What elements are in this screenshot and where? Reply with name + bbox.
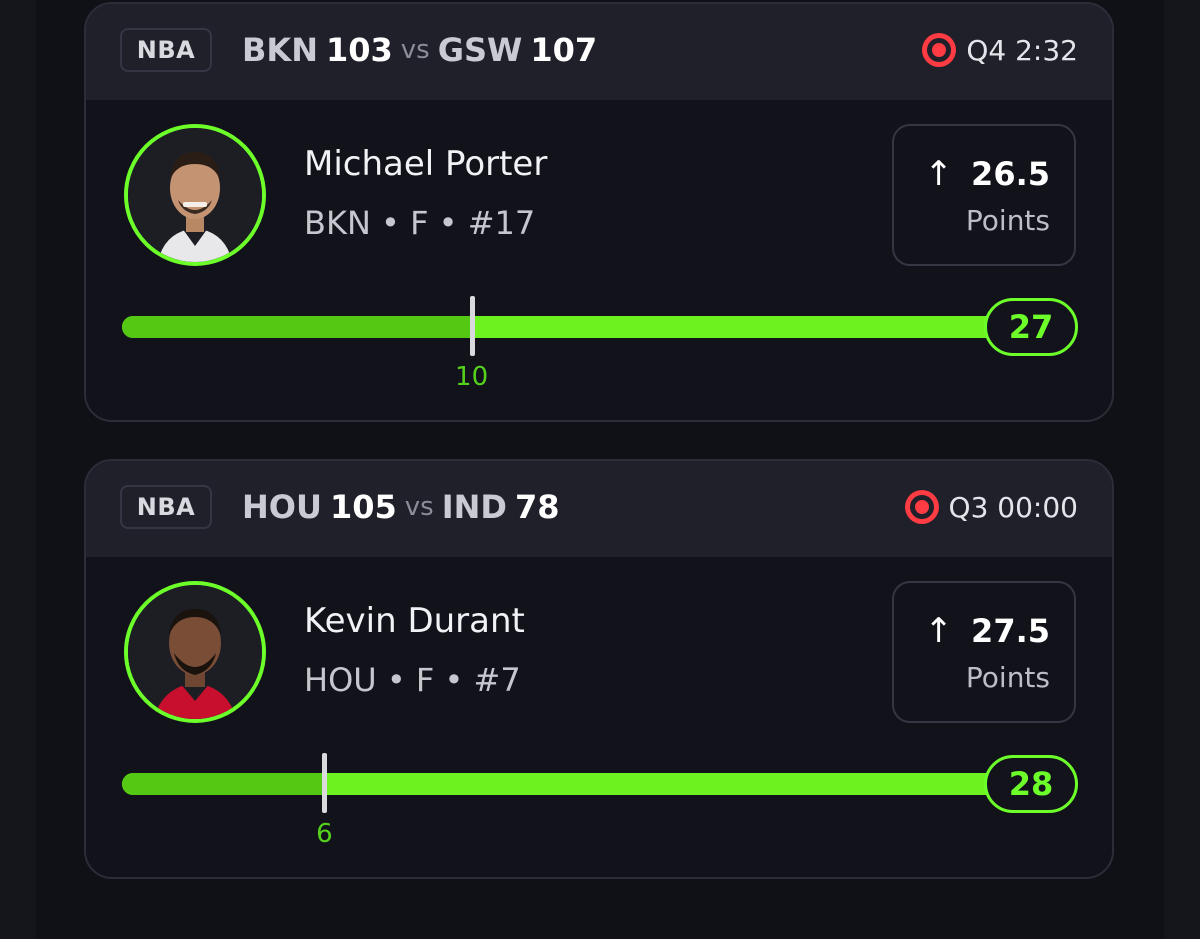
- line-stat: Points: [965, 661, 1050, 694]
- prop-body: Kevin Durant HOU • F • #7 ↑ 27.5 Points …: [86, 557, 1112, 877]
- player-photo-icon: [128, 128, 262, 262]
- away-score: 78: [514, 488, 560, 526]
- line-value: 27.5: [971, 612, 1050, 650]
- player-meta: HOU • F • #7: [304, 661, 521, 699]
- line-value: 26.5: [971, 155, 1050, 193]
- home-team: HOU: [242, 488, 322, 526]
- game-status: Q4 2:32: [922, 28, 1078, 72]
- progress-fill: [122, 316, 472, 338]
- home-team: BKN: [242, 31, 318, 69]
- home-score: 103: [325, 31, 393, 69]
- progress-track: [122, 773, 1042, 795]
- away-team: GSW: [437, 31, 523, 69]
- player-meta: BKN • F • #17: [304, 204, 536, 242]
- game-header: NBA HOU 105 vs IND 78 Q3 00:00: [86, 461, 1112, 557]
- vs-label: vs: [400, 35, 430, 65]
- line-row: ↑ 27.5: [894, 611, 1050, 651]
- progress-fill: [122, 773, 325, 795]
- prop-line-box[interactable]: ↑ 27.5 Points: [892, 581, 1076, 723]
- game-clock: Q4 2:32: [966, 33, 1078, 67]
- away-team: IND: [441, 488, 507, 526]
- line-row: ↑ 26.5: [894, 154, 1050, 194]
- marker-value: 6: [316, 819, 333, 849]
- live-indicator-icon: [904, 490, 939, 524]
- home-score: 105: [329, 488, 397, 526]
- prop-line-box[interactable]: ↑ 26.5 Points: [892, 124, 1076, 266]
- marker-value: 10: [455, 362, 489, 392]
- vs-label: vs: [404, 492, 434, 522]
- league-badge: NBA: [120, 485, 212, 529]
- game-status: Q3 00:00: [904, 485, 1078, 529]
- player-photo-icon: [128, 585, 262, 719]
- arrow-up-icon: ↑: [924, 154, 954, 194]
- game-clock: Q3 00:00: [948, 490, 1078, 524]
- current-total-badge: 28: [984, 755, 1078, 813]
- progress-track: [122, 316, 1042, 338]
- prop-card[interactable]: NBA BKN 103 vs GSW 107 Q4 2:32 Michael P…: [84, 2, 1114, 422]
- line-stat: Points: [965, 204, 1050, 237]
- player-avatar: [124, 124, 266, 266]
- league-badge: NBA: [120, 28, 212, 72]
- prop-body: Michael Porter BKN • F • #17 ↑ 26.5 Poin…: [86, 100, 1112, 420]
- player-name: Michael Porter: [304, 144, 548, 184]
- current-total-badge: 27: [984, 298, 1078, 356]
- progress-marker: [322, 753, 328, 813]
- progress-marker: [469, 296, 475, 356]
- player-avatar: [124, 581, 266, 723]
- away-score: 107: [530, 31, 598, 69]
- arrow-up-icon: ↑: [924, 611, 954, 651]
- game-matchup: HOU 105 vs IND 78: [242, 485, 559, 529]
- game-header: NBA BKN 103 vs GSW 107 Q4 2:32: [86, 4, 1112, 100]
- prop-card[interactable]: NBA HOU 105 vs IND 78 Q3 00:00 Kevin Dur: [84, 459, 1114, 879]
- game-matchup: BKN 103 vs GSW 107: [242, 28, 597, 72]
- live-indicator-icon: [922, 33, 957, 67]
- player-name: Kevin Durant: [304, 601, 525, 641]
